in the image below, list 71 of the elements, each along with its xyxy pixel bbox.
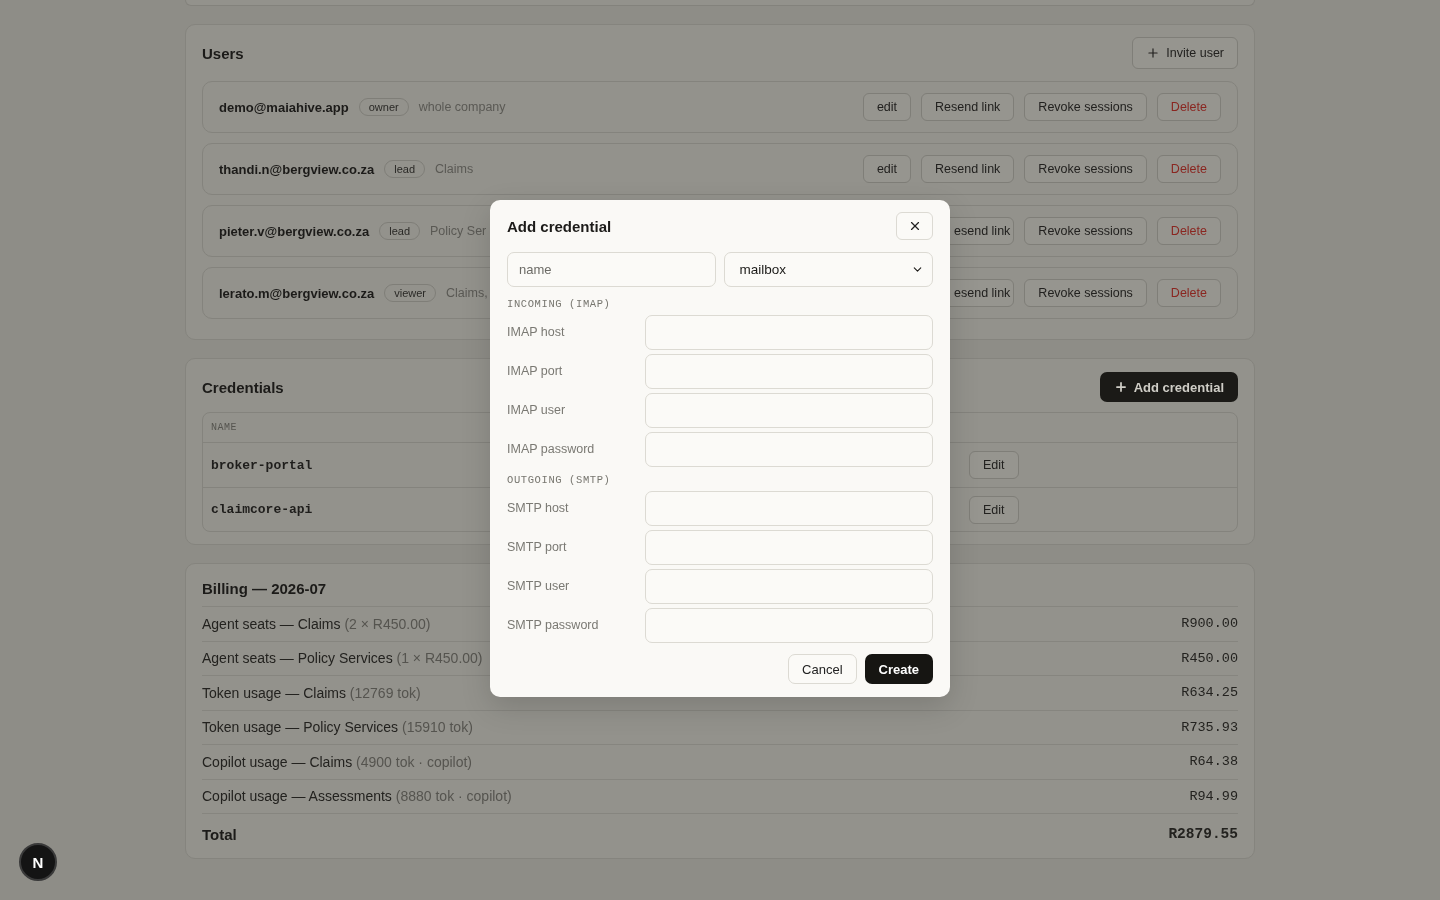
delete-button[interactable]: Delete	[1156, 93, 1221, 121]
section-title: Billing — 2026-07	[202, 579, 327, 597]
field-label: SMTP user	[507, 579, 571, 593]
action-button[interactable]: Revoke sessions	[1024, 279, 1147, 307]
delete-button[interactable]: Delete	[1156, 155, 1221, 183]
user-scope: Claims,	[446, 286, 488, 300]
edit-button[interactable]: Edit	[969, 495, 1019, 524]
billing-amount: R735.93	[1181, 719, 1238, 735]
action-button[interactable]: Resend link	[921, 155, 1015, 183]
action-button[interactable]: Resend link	[921, 93, 1015, 121]
column-header: NAME	[211, 422, 237, 433]
add-credential-button[interactable]: Add credential	[1099, 372, 1238, 402]
section-title: Credentials	[202, 378, 284, 396]
input-field[interactable]	[645, 568, 933, 604]
invite-user-button[interactable]: Invite user	[1132, 37, 1238, 69]
total-amount: R2879.55	[1168, 826, 1238, 842]
input-field[interactable]	[645, 607, 933, 643]
plus-icon	[1113, 380, 1128, 394]
billing-amount: R634.25	[1181, 685, 1238, 701]
edit-button[interactable]: Edit	[969, 451, 1019, 479]
table-cell: broker-portal	[211, 457, 313, 473]
name-field[interactable]: name	[507, 252, 716, 287]
cancel-button[interactable]: Cancel	[788, 654, 857, 684]
billing-item: Copilot usage — Assessments (8880 tok · copilot)	[202, 788, 512, 805]
billing-amount: R94.99	[1189, 788, 1238, 804]
input-field[interactable]	[645, 529, 933, 565]
billing-amount: R900.00	[1181, 616, 1238, 632]
section-title: Users	[202, 44, 244, 62]
input-field[interactable]	[645, 314, 933, 350]
input-field[interactable]	[645, 392, 933, 428]
section-heading: OUTGOING (SMTP)	[507, 474, 612, 486]
user-email: lerato.m@bergview.co.za	[219, 285, 375, 301]
user-scope: Claims	[435, 162, 474, 176]
create-button[interactable]: Create	[864, 654, 933, 684]
billing-item: Token usage — Claims (12769 tok)	[202, 684, 421, 701]
section-heading: INCOMING (IMAP)	[507, 298, 612, 310]
user-email: thandi.n@bergview.co.za	[219, 161, 375, 177]
dev-tools-badge[interactable]: N	[19, 843, 57, 881]
billing-amount: R64.38	[1189, 754, 1238, 770]
user-email: demo@maiahive.app	[219, 99, 349, 115]
action-button[interactable]: edit	[862, 155, 912, 183]
action-button[interactable]: Revoke sessions	[1024, 217, 1147, 245]
field-label: SMTP port	[507, 540, 568, 554]
delete-button[interactable]: Delete	[1156, 279, 1221, 307]
billing-item: Agent seats — Policy Services (1 × R450.00)	[202, 650, 483, 667]
dialog-title: Add credential	[507, 217, 612, 235]
field-label: IMAP password	[507, 442, 596, 456]
total-label: Total	[202, 825, 237, 843]
table-cell: claimcore-api	[211, 502, 313, 517]
action-button[interactable]: Revoke sessions	[1024, 93, 1147, 121]
close-button[interactable]	[896, 212, 933, 240]
input-field[interactable]	[645, 490, 933, 526]
input-field[interactable]	[645, 353, 933, 389]
field-label: SMTP password	[507, 618, 600, 632]
delete-button[interactable]: Delete	[1156, 217, 1221, 245]
action-button[interactable]: Revoke sessions	[1024, 155, 1147, 183]
plus-icon	[1146, 46, 1161, 60]
field-label: SMTP host	[507, 501, 570, 515]
billing-item: Token usage — Policy Services (15910 tok)	[202, 719, 473, 736]
user-scope: Policy Ser	[430, 224, 487, 238]
user-scope: whole company	[418, 100, 506, 114]
billing-item: Agent seats — Claims (2 × R450.00)	[202, 615, 431, 632]
field-label: IMAP host	[507, 325, 566, 339]
type-select[interactable]: mailbox	[723, 252, 933, 287]
field-label: IMAP user	[507, 403, 567, 417]
input-field[interactable]	[645, 431, 933, 467]
billing-item: Copilot usage — Claims (4900 tok · copilot)	[202, 753, 472, 770]
action-button[interactable]: edit	[862, 93, 912, 121]
field-label: IMAP port	[507, 364, 564, 378]
billing-amount: R450.00	[1181, 650, 1238, 666]
user-email: pieter.v@bergview.co.za	[219, 223, 370, 239]
